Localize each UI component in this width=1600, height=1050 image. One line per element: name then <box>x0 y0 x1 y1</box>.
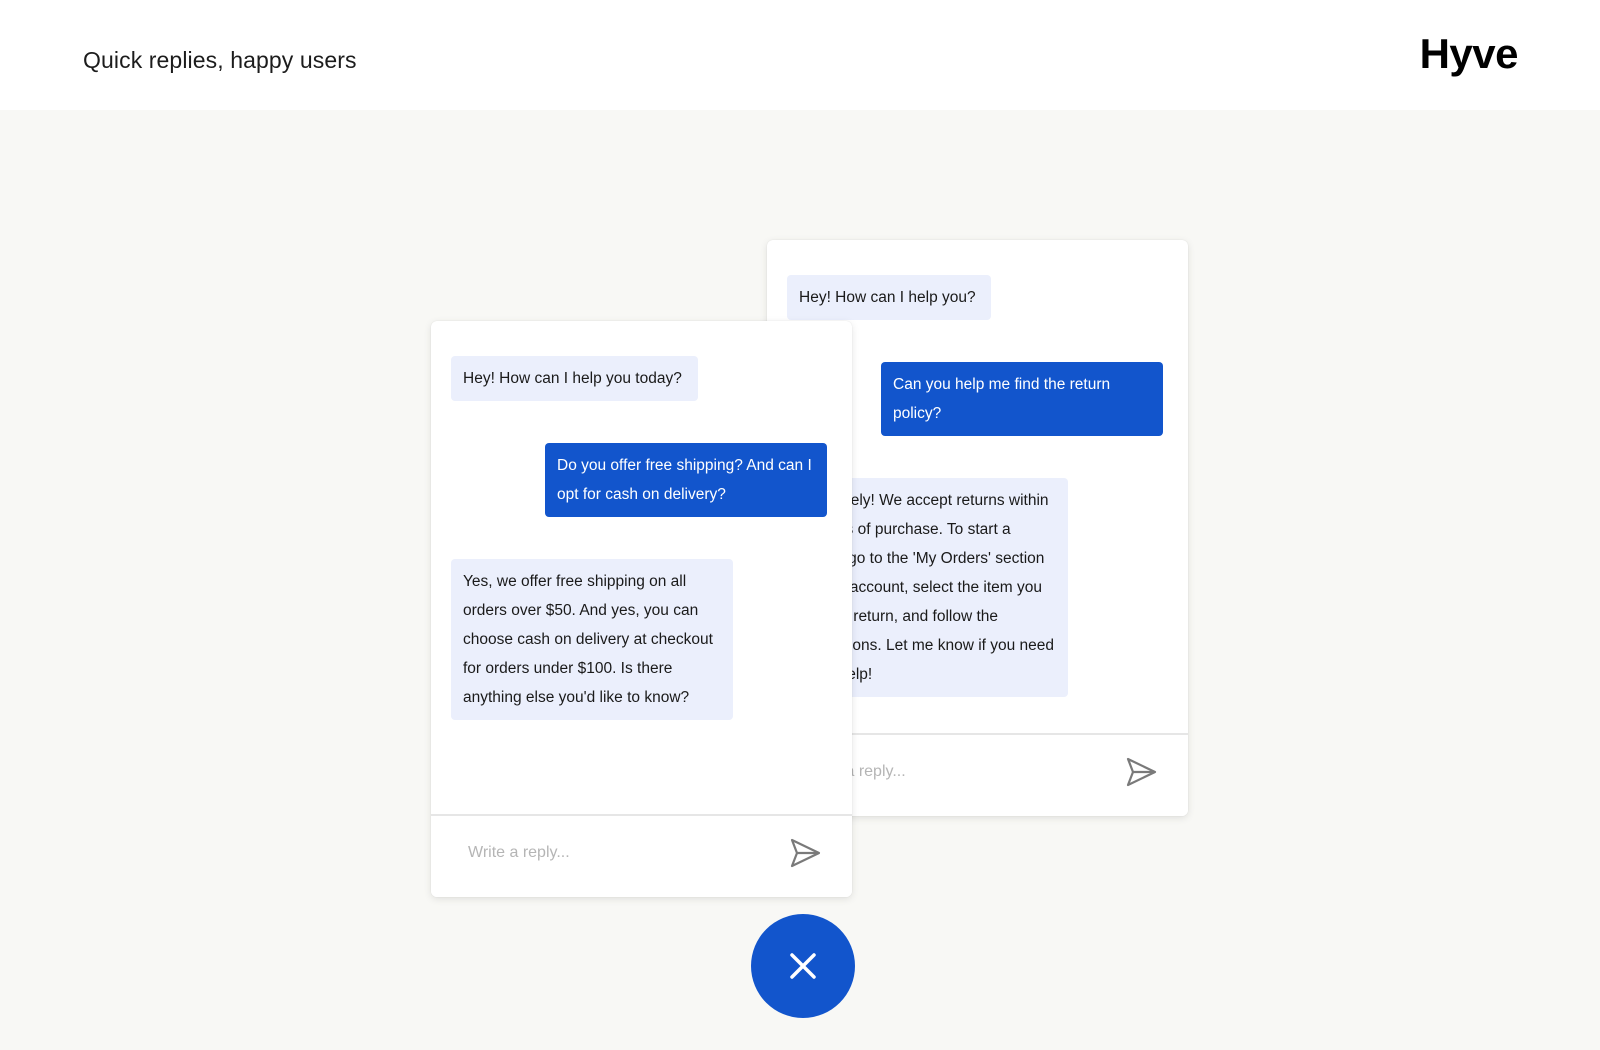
close-icon <box>790 953 816 979</box>
chat-message-bot: Yes, we offer free shipping on all order… <box>451 559 733 720</box>
brand-logo: Hyve <box>1419 30 1519 77</box>
chat-message-bot: Hey! How can I help you today? <box>451 356 698 401</box>
chat-message-user: Can you help me find the return policy? <box>881 362 1163 436</box>
send-icon[interactable] <box>788 836 822 870</box>
chat-message-user: Do you offer free shipping? And can I op… <box>545 443 827 517</box>
send-icon[interactable] <box>1124 755 1158 789</box>
close-chat-button[interactable] <box>751 914 855 1018</box>
reply-input[interactable]: Write a reply... <box>468 844 570 862</box>
top-bar: Quick replies, happy users Hyve <box>0 0 1600 110</box>
showcase-area: Hey! How can I help you? Can you help me… <box>0 110 1600 1050</box>
reply-composer: Write a reply... <box>431 814 852 897</box>
tagline: Quick replies, happy users <box>83 47 357 73</box>
chat-window-front: Hey! How can I help you today? Do you of… <box>431 321 852 897</box>
chat-message-bot: Hey! How can I help you? <box>787 275 991 320</box>
